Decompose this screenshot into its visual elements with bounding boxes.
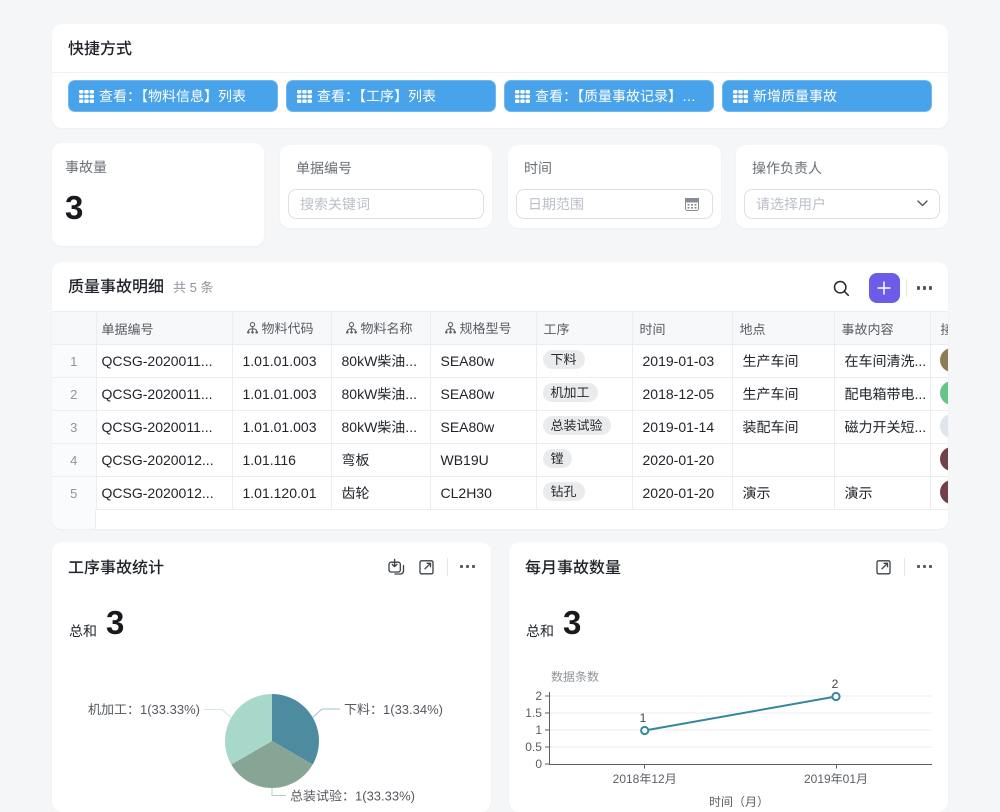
svg-text:2: 2 xyxy=(832,677,839,691)
svg-text:0.5: 0.5 xyxy=(525,740,542,754)
svg-text:1.5: 1.5 xyxy=(525,706,542,720)
svg-text:2: 2 xyxy=(535,689,542,703)
svg-text:0: 0 xyxy=(535,757,542,771)
svg-text:1: 1 xyxy=(535,723,542,737)
svg-text:1: 1 xyxy=(640,711,647,725)
svg-text:机加工：1(33.33%): 机加工：1(33.33%) xyxy=(88,702,200,717)
svg-text:数据条数: 数据条数 xyxy=(551,670,599,684)
svg-text:下料：1(33.34%): 下料：1(33.34%) xyxy=(344,702,443,717)
svg-text:时间（月）: 时间（月） xyxy=(709,795,769,809)
svg-text:2018年12月: 2018年12月 xyxy=(613,772,677,786)
svg-text:总装试验：1(33.33%): 总装试验：1(33.33%) xyxy=(290,789,415,804)
svg-text:2019年01月: 2019年01月 xyxy=(804,772,868,786)
